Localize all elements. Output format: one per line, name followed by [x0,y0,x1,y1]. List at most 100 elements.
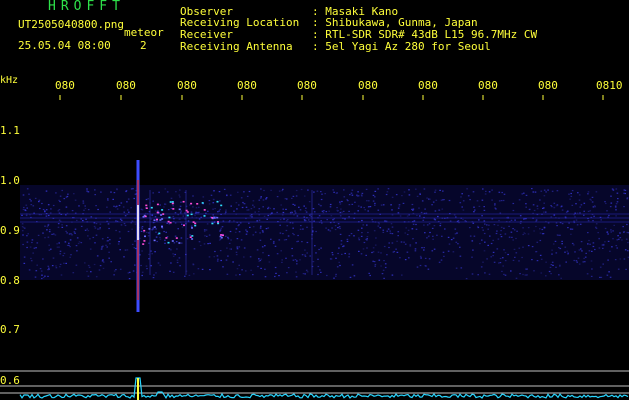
noise-pixel [521,193,524,195]
noise-pixel [514,256,516,258]
noise-pixel [339,201,341,203]
noise-pixel [316,190,319,192]
noise-pixel [388,242,390,244]
noise-pixel [208,200,211,202]
noise-pixel [99,223,102,225]
meteor-scatter-pixel [183,224,185,227]
noise-pixel [372,194,375,196]
noise-pixel [48,244,50,246]
noise-pixel [284,198,287,200]
noise-pixel [259,197,262,199]
noise-pixel [357,229,360,231]
noise-pixel [132,188,134,190]
noise-pixel [243,203,246,205]
noise-pixel [512,202,515,205]
noise-pixel [348,256,350,258]
noise-pixel [471,273,474,275]
noise-pixel [615,188,618,190]
noise-pixel [337,252,339,255]
noise-pixel [141,228,143,230]
noise-pixel [293,234,295,236]
spectrum-trace [19,377,629,399]
noise-pixel [321,210,324,212]
noise-pixel [561,223,564,225]
noise-pixel [213,256,216,258]
noise-pixel [170,262,172,264]
noise-pixel [503,249,505,251]
noise-pixel [361,195,363,197]
noise-pixel [544,211,547,213]
spectrum-baseline [0,370,629,400]
noise-pixel [164,242,166,244]
noise-pixel [34,197,37,199]
noise-pixel [581,250,583,252]
noise-pixel [339,227,341,230]
noise-pixel [305,211,308,213]
noise-pixel [609,250,611,252]
noise-pixel [361,192,364,194]
noise-pixel [222,266,224,268]
noise-pixel [174,212,177,214]
noise-pixel [219,238,222,240]
noise-pixel [68,244,70,246]
meteor-scatter-pixel [156,218,158,221]
noise-pixel [473,235,476,237]
meteor-scatter-pixel [150,206,153,209]
noise-pixel [578,199,581,201]
noise-pixel [382,204,385,206]
noise-pixel [41,277,43,280]
noise-pixel [471,256,473,258]
noise-pixel [378,259,381,261]
noise-pixel [422,219,425,221]
noise-pixel [113,192,116,194]
noise-pixel [285,208,287,210]
noise-pixel [434,219,437,221]
noise-pixel [195,207,198,209]
noise-pixel [340,240,343,242]
noise-pixel [496,230,498,232]
noise-pixel [380,204,383,206]
meteor-scatter-pixel [161,218,164,220]
noise-pixel [119,249,121,251]
noise-pixel [208,256,211,258]
noise-pixel [306,226,308,228]
noise-pixel [483,232,486,235]
noise-pixel [54,234,57,236]
noise-pixel [44,237,46,239]
noise-pixel [566,250,569,252]
noise-pixel [583,210,585,212]
noise-pixel [207,243,209,245]
noise-pixel [588,250,591,252]
noise-pixel [302,228,304,230]
noise-pixel [282,188,284,190]
noise-pixel [100,191,102,193]
noise-pixel [51,265,54,267]
noise-pixel [578,263,581,265]
noise-pixel [97,228,99,230]
noise-pixel [208,234,211,236]
noise-pixel [82,200,85,202]
noise-pixel [483,250,486,252]
noise-pixel [74,199,77,201]
noise-pixel [329,258,332,260]
noise-pixel [97,208,99,211]
noise-pixel [176,261,179,264]
noise-pixel [528,208,531,211]
noise-pixel [291,255,294,257]
noise-pixel [119,218,122,220]
noise-pixel [42,258,44,260]
noise-pixel [372,260,374,262]
noise-pixel [233,220,235,222]
noise-pixel [115,220,117,222]
noise-pixel [26,188,29,190]
noise-pixel [230,239,232,241]
noise-pixel [519,215,522,217]
noise-pixel [338,261,340,263]
noise-pixel [555,252,558,254]
noise-pixel [542,207,544,209]
noise-pixel [21,223,24,225]
noise-pixel [515,252,518,254]
noise-pixel [39,268,42,270]
noise-pixel [300,225,302,227]
noise-pixel [274,245,277,247]
